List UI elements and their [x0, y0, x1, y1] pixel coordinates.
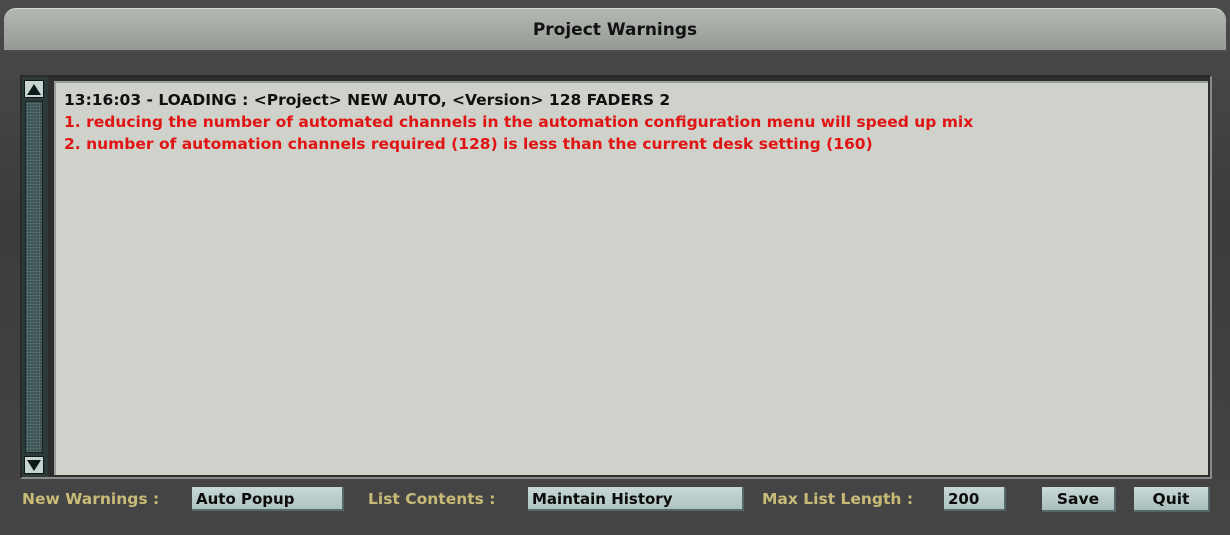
new-warnings-select[interactable]: Auto Popup: [192, 487, 344, 511]
scroll-track[interactable]: [25, 101, 43, 453]
scroll-down-button[interactable]: [24, 456, 44, 474]
save-button[interactable]: Save: [1042, 487, 1116, 512]
triangle-up-icon: [27, 83, 41, 95]
warnings-list-frame: 13:16:03 - LOADING : <Project> NEW AUTO,…: [20, 75, 1212, 479]
log-line-warning: 1. reducing the number of automated chan…: [64, 113, 974, 131]
list-contents-select[interactable]: Maintain History: [528, 487, 744, 511]
title-bar[interactable]: Project Warnings: [4, 8, 1226, 52]
max-list-length-label: Max List Length :: [762, 490, 914, 508]
project-warnings-window: Project Warnings 13:16:03 - LOADING : <P…: [0, 0, 1230, 535]
log-line-loading: 13:16:03 - LOADING : <Project> NEW AUTO,…: [64, 91, 671, 109]
vertical-scrollbar[interactable]: [22, 77, 48, 477]
new-warnings-label: New Warnings :: [22, 490, 160, 508]
list-contents-label: List Contents :: [368, 490, 496, 508]
log-line-warning: 2. number of automation channels require…: [64, 135, 873, 153]
quit-button[interactable]: Quit: [1134, 487, 1210, 512]
warnings-log[interactable]: 13:16:03 - LOADING : <Project> NEW AUTO,…: [54, 81, 1208, 475]
triangle-down-icon: [27, 459, 41, 471]
window-title: Project Warnings: [532, 19, 698, 40]
scroll-up-button[interactable]: [24, 80, 44, 98]
max-list-length-field[interactable]: 200: [944, 487, 1006, 511]
footer-controls: New Warnings : Auto Popup List Contents …: [0, 484, 1230, 524]
